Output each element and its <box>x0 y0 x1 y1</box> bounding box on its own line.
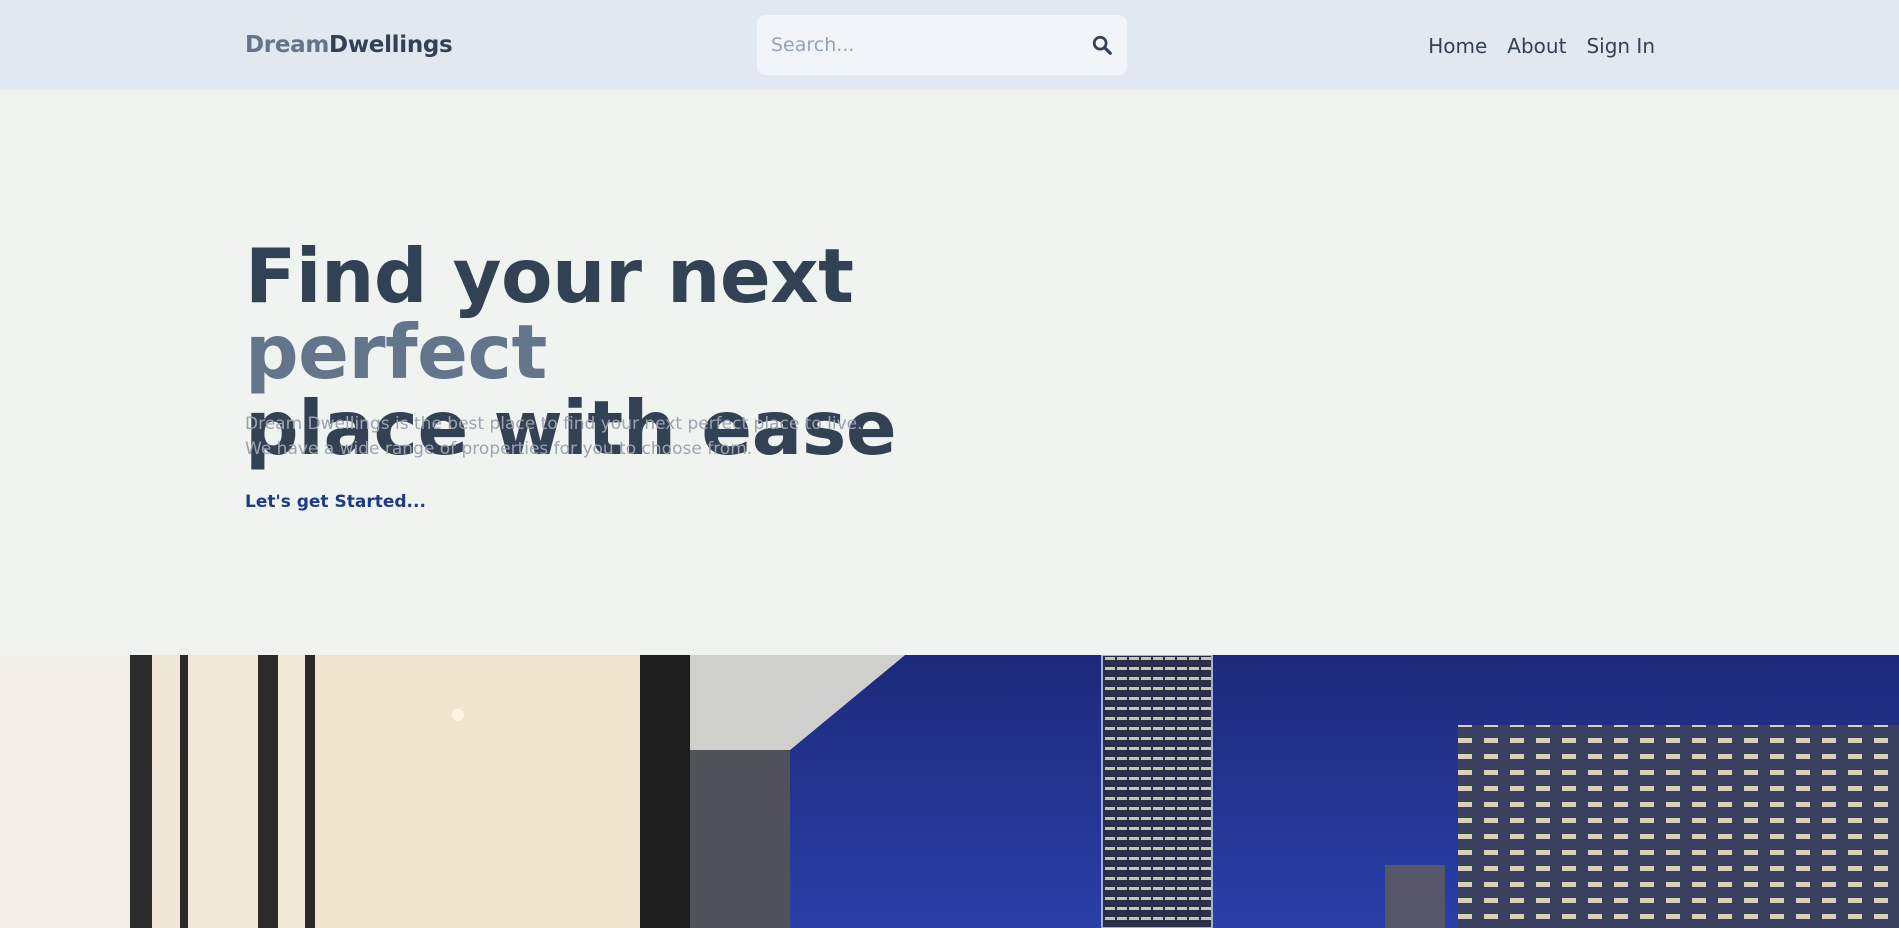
hero-description-line2: We have a wide range of properties for y… <box>245 439 753 459</box>
get-started-link[interactable]: Let's get Started... <box>245 492 426 512</box>
nav-sign-in[interactable]: Sign In <box>1586 34 1655 58</box>
search-bar <box>757 15 1127 75</box>
hero-title-highlight: perfect <box>245 308 547 396</box>
site-logo[interactable]: DreamDwellings <box>245 32 453 58</box>
nav-home[interactable]: Home <box>1428 34 1487 58</box>
hero-banner-image <box>0 655 1899 928</box>
nav-about[interactable]: About <box>1507 34 1566 58</box>
hero-title-part1: Find your next <box>245 232 854 320</box>
main-nav: Home About Sign In <box>1428 34 1655 58</box>
hero-section: Find your next perfect place with ease D… <box>0 90 1899 655</box>
hero-description: Dream Dwellings is the best place to fin… <box>245 412 945 462</box>
logo-part-dwellings: Dwellings <box>329 32 453 58</box>
logo-part-dream: Dream <box>245 32 330 58</box>
search-icon[interactable] <box>1091 34 1113 56</box>
site-header: DreamDwellings Home About Sign In <box>0 0 1899 90</box>
hero-description-line1: Dream Dwellings is the best place to fin… <box>245 414 863 434</box>
search-input[interactable] <box>771 29 1071 61</box>
city-night-photo <box>0 655 1899 928</box>
